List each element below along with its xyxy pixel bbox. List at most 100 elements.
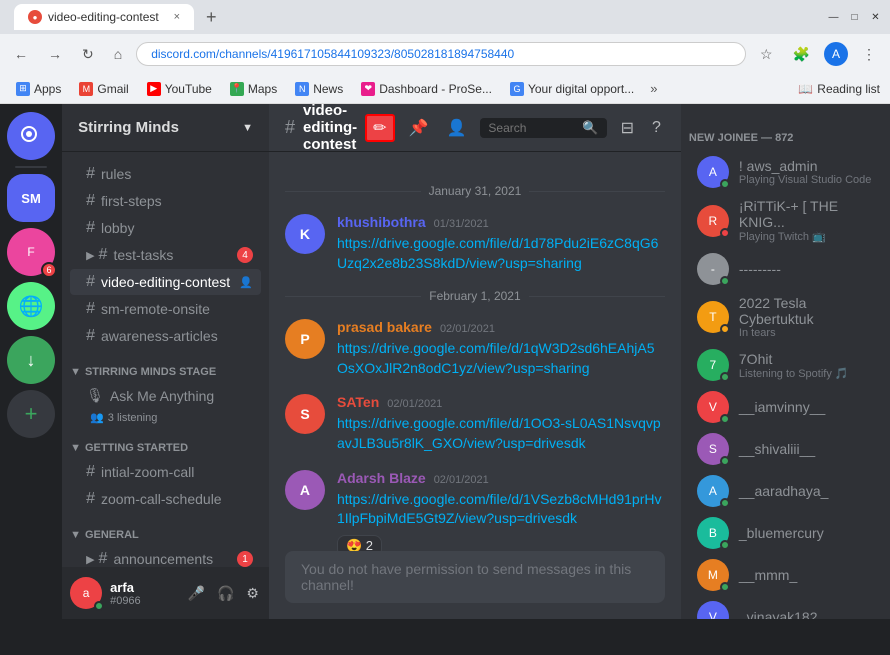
pin-icon-btn[interactable]: 📌 bbox=[405, 116, 433, 140]
category-getting-started[interactable]: ▼ GETTING STARTED bbox=[62, 426, 269, 458]
member-iamvinny[interactable]: V __iamvinny__ bbox=[689, 387, 882, 427]
msg-link-prasad[interactable]: https://drive.google.com/file/d/1qW3D2sd… bbox=[337, 340, 655, 376]
youtube-bookmark-icon: ▶ bbox=[147, 82, 161, 96]
add-server-btn[interactable]: + bbox=[7, 390, 55, 438]
bookmark-news[interactable]: N News bbox=[289, 80, 349, 98]
member-avatar-aws-admin: A bbox=[697, 156, 729, 188]
profile-btn[interactable]: A bbox=[824, 42, 848, 66]
chat-channel-name: video-editing-contest bbox=[303, 102, 357, 153]
member-vinayak182[interactable]: V _vinayak182 bbox=[689, 597, 882, 619]
member-dashes[interactable]: - --------- bbox=[689, 249, 882, 289]
hash-icon: # bbox=[86, 327, 95, 345]
digital-bookmark-icon: G bbox=[510, 82, 524, 96]
member-avatar-7ohit: 7 bbox=[697, 349, 729, 381]
extensions-btn[interactable]: 🧩 bbox=[787, 42, 816, 67]
bookmarks-more-btn[interactable]: » bbox=[646, 81, 661, 96]
back-btn[interactable]: ← bbox=[8, 42, 34, 66]
member-status-7ohit bbox=[720, 372, 730, 382]
stage-ask-me-anything[interactable]: 🎙 Ask Me Anything bbox=[70, 383, 261, 408]
deafen-btn[interactable]: 🎧 bbox=[215, 583, 236, 604]
maximize-btn[interactable]: □ bbox=[848, 11, 861, 24]
refresh-btn[interactable]: ↻ bbox=[76, 42, 100, 67]
browser-frame: ● video-editing-contest × + — □ ✕ ← → ↻ … bbox=[0, 0, 890, 104]
mute-btn[interactable]: 🎤 bbox=[186, 583, 207, 604]
home-btn[interactable]: ⌂ bbox=[108, 42, 128, 66]
member-aws-admin[interactable]: A ! aws_admin Playing Visual Studio Code bbox=[689, 152, 882, 192]
bookmark-gmail[interactable]: M Gmail bbox=[73, 80, 134, 98]
member-7ohit[interactable]: 7 7Ohit Listening to Spotify 🎵 bbox=[689, 345, 882, 385]
msg-reaction-adarsh[interactable]: 😍 2 bbox=[337, 535, 382, 551]
bookmark-youtube[interactable]: ▶ YouTube bbox=[141, 80, 218, 98]
bookmark-star-btn[interactable]: ☆ bbox=[754, 42, 779, 67]
date-divider-feb1: February 1, 2021 bbox=[285, 289, 665, 303]
member-name-vinayak: _vinayak182 bbox=[739, 609, 818, 619]
member-tesla[interactable]: T 2022 Tesla Cybertuktuk In tears bbox=[689, 291, 882, 343]
reading-list-btn[interactable]: 📖 Reading list bbox=[798, 82, 880, 96]
channel-rules[interactable]: # rules bbox=[70, 161, 261, 187]
tab-close-btn[interactable]: × bbox=[174, 11, 180, 23]
server-icon-sm[interactable]: SM bbox=[7, 174, 55, 222]
server-icon-download[interactable]: ↓ bbox=[7, 336, 55, 384]
add-member-icon-btn[interactable]: 👤 bbox=[442, 116, 470, 140]
forward-btn[interactable]: → bbox=[42, 42, 68, 66]
channel-test-tasks[interactable]: ▶ # test-tasks 4 bbox=[70, 242, 261, 268]
chat-no-permission: You do not have permission to send messa… bbox=[285, 551, 665, 603]
channel-video-editing[interactable]: # video-editing-contest 👤 bbox=[70, 269, 261, 295]
member-name-tesla: 2022 Tesla Cybertuktuk bbox=[739, 295, 874, 327]
member-mmm[interactable]: M __mmm_ bbox=[689, 555, 882, 595]
discord-home-btn[interactable] bbox=[7, 112, 55, 160]
bookmark-dashboard-label: Dashboard - ProSe... bbox=[379, 82, 492, 96]
bookmark-dashboard[interactable]: ❤ Dashboard - ProSe... bbox=[355, 80, 498, 98]
members-sidebar: NEW JOINEE — 872 A ! aws_admin Playing V… bbox=[681, 104, 890, 619]
help-icon-btn[interactable]: ? bbox=[648, 117, 665, 139]
hash-icon: # bbox=[86, 219, 95, 237]
server-icon-f[interactable]: F 6 bbox=[7, 228, 55, 276]
member-rittik[interactable]: R ¡RiTTiK-+ [ THE KNIG... Playing Twitch… bbox=[689, 194, 882, 247]
settings-btn[interactable]: ⚙ bbox=[244, 583, 261, 604]
bookmark-maps[interactable]: 📍 Maps bbox=[224, 80, 283, 98]
bookmark-apps[interactable]: ⊞ Apps bbox=[10, 80, 67, 98]
msg-header-khushi: khushibothra 01/31/2021 bbox=[337, 214, 665, 230]
server-icon-teal[interactable]: 🌐 bbox=[7, 282, 55, 330]
search-box[interactable]: 🔍 bbox=[480, 118, 606, 138]
channel-awareness[interactable]: # awareness-articles bbox=[70, 323, 261, 349]
message-khushi: K khushibothra 01/31/2021 https://drive.… bbox=[285, 214, 665, 273]
channel-announcements[interactable]: ▶ # announcements 1 bbox=[70, 546, 261, 567]
category-general[interactable]: ▼ GENERAL bbox=[62, 513, 269, 545]
edit-icon-btn[interactable]: ✏ bbox=[365, 114, 394, 142]
bookmark-digital[interactable]: G Your digital opport... bbox=[504, 80, 640, 98]
msg-link-saten[interactable]: https://drive.google.com/file/d/1OO3-sL0… bbox=[337, 415, 661, 451]
hash-icon: # bbox=[99, 550, 108, 567]
channel-first-steps[interactable]: # first-steps bbox=[70, 188, 261, 214]
channel-sidebar: Stirring Minds ▼ # rules # first-steps #… bbox=[62, 104, 269, 619]
chat-messages: January 31, 2021 K khushibothra 01/31/20… bbox=[269, 152, 681, 551]
channel-zoom-schedule[interactable]: # zoom-call-schedule bbox=[70, 486, 261, 512]
minimize-btn[interactable]: — bbox=[827, 11, 840, 24]
category-stirring-minds-stage[interactable]: ▼ STIRRING MINDS STAGE bbox=[62, 350, 269, 382]
member-status-aws-admin bbox=[720, 179, 730, 189]
channel-intial-zoom[interactable]: # intial-zoom-call bbox=[70, 459, 261, 485]
hash-icon: # bbox=[86, 165, 95, 183]
server-header[interactable]: Stirring Minds ▼ bbox=[62, 104, 269, 152]
member-name-aaradhaya: __aaradhaya_ bbox=[739, 483, 829, 499]
close-btn[interactable]: ✕ bbox=[869, 11, 882, 24]
member-status-mmm bbox=[720, 582, 730, 592]
member-aaradhaya[interactable]: A __aaradhaya_ bbox=[689, 471, 882, 511]
active-tab[interactable]: ● video-editing-contest × bbox=[14, 4, 194, 30]
member-sub-7ohit: Listening to Spotify 🎵 bbox=[739, 367, 849, 380]
dashboard-bookmark-icon: ❤ bbox=[361, 82, 375, 96]
channel-lobby[interactable]: # lobby bbox=[70, 215, 261, 241]
display-icon-btn[interactable]: ⊟ bbox=[617, 116, 638, 140]
new-tab-btn[interactable]: + bbox=[200, 7, 223, 28]
menu-btn[interactable]: ⋮ bbox=[856, 42, 882, 67]
channel-sm-remote[interactable]: # sm-remote-onsite bbox=[70, 296, 261, 322]
user-discriminator: #0966 bbox=[110, 595, 177, 607]
address-bar[interactable]: discord.com/channels/419617105844109323/… bbox=[136, 42, 746, 66]
member-avatar-shivaliii: S bbox=[697, 433, 729, 465]
member-bluemercury[interactable]: B _bluemercury bbox=[689, 513, 882, 553]
search-input[interactable] bbox=[488, 121, 578, 135]
category-collapse-icon: ▼ bbox=[70, 366, 81, 378]
msg-link-khushi[interactable]: https://drive.google.com/file/d/1d78Pdu2… bbox=[337, 235, 658, 271]
msg-link-adarsh[interactable]: https://drive.google.com/file/d/1VSezb8c… bbox=[337, 491, 662, 527]
member-shivaliii[interactable]: S __shivaliii__ bbox=[689, 429, 882, 469]
